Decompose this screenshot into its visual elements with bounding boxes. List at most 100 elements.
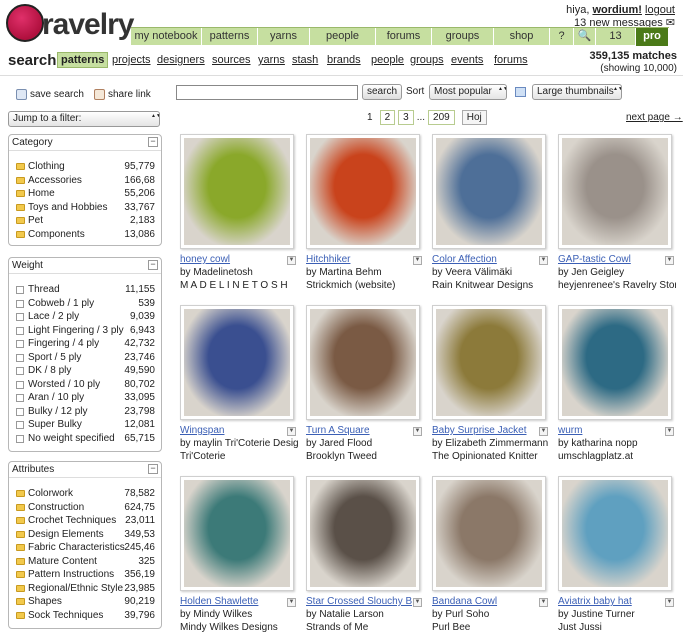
chevron-down-icon[interactable]: ▼ [413,427,422,436]
chevron-down-icon[interactable]: ▼ [665,427,674,436]
pattern-source[interactable]: Tri'Coterie [180,450,298,463]
filter-item[interactable]: Crochet Techniques 23,011 [9,514,161,528]
filter-item[interactable]: Construction 624,75 [9,501,161,515]
subnav-designers[interactable]: designers [157,54,205,66]
tab-yarns[interactable]: yarns [258,28,310,46]
pattern-title-link[interactable]: Color Affection [432,254,538,266]
checkbox[interactable] [16,313,24,321]
pattern-designer[interactable]: by Purl Soho [432,608,550,621]
pattern-thumbnail[interactable] [558,305,672,420]
chevron-down-icon[interactable]: ▼ [539,256,548,265]
filter-item[interactable]: Pattern Instructions 356,19 [9,568,161,582]
checkbox[interactable] [16,340,24,348]
tab-groups[interactable]: groups [432,28,494,46]
pattern-title-link[interactable]: wurm [558,425,664,437]
search-button[interactable]: search [362,84,403,100]
checkbox[interactable] [16,353,24,362]
pattern-designer[interactable]: by Mindy Wilkes [180,608,298,621]
pattern-title-link[interactable]: Aviatrix baby hat [558,596,664,608]
tab-patterns[interactable]: patterns [202,28,258,46]
subnav-patterns[interactable]: patterns [57,52,109,68]
chevron-down-icon[interactable]: ▼ [287,427,296,436]
filter-item[interactable]: Toys and Hobbies 33,767 [9,201,161,215]
checkbox[interactable] [16,367,24,375]
filter-item[interactable]: No weight specified 65,715 [9,432,161,446]
pattern-designer[interactable]: by Veera Välimäki [432,266,550,279]
subnav-yarns[interactable]: yarns [258,54,285,66]
pattern-designer[interactable]: by Natalie Larson [306,608,424,621]
filter-category-header[interactable]: Category − [9,135,161,151]
filter-item[interactable]: Fingering / 4 ply 42,732 [9,337,161,351]
checkbox[interactable] [16,299,24,308]
pattern-thumbnail[interactable] [432,134,546,249]
page-2[interactable]: 2 [379,110,396,125]
filter-item[interactable]: Bulky / 12 ply 23,798 [9,405,161,419]
filter-item[interactable]: DK / 8 ply 49,590 [9,364,161,378]
pattern-source[interactable]: umschlagplatz.at [558,450,676,463]
filter-item[interactable]: Regional/Ethnic Style 23,985 [9,582,161,596]
filter-item[interactable]: Components 13,086 [9,228,161,242]
checkbox[interactable] [16,326,24,335]
pattern-designer[interactable]: by maylin Tri'Coterie Designs [180,437,298,450]
filter-item[interactable]: Shapes 90,219 [9,595,161,609]
pattern-thumbnail[interactable] [180,476,294,591]
tab-forums[interactable]: forums [376,28,432,46]
pattern-designer[interactable]: by Elizabeth Zimmermann [432,437,550,450]
per-page-select[interactable]: Hoj [461,110,487,125]
pattern-title-link[interactable]: Holden Shawlette [180,596,286,608]
checkbox[interactable] [16,421,24,429]
share-link-button[interactable]: share link [94,89,151,100]
search-input[interactable] [176,85,358,100]
filter-item[interactable]: Fabric Characteristics 245,46 [9,541,161,555]
collapse-icon[interactable]: − [148,137,158,147]
pattern-title-link[interactable]: Bandana Cowl [432,596,538,608]
pattern-thumbnail[interactable] [306,476,420,591]
pattern-designer[interactable]: by Jen Geigley [558,266,676,279]
collapse-icon[interactable]: − [148,260,158,270]
checkbox[interactable] [16,407,24,416]
logout-link[interactable]: logout [645,4,675,16]
pattern-source[interactable]: Just Jussi [558,621,676,634]
filter-item[interactable]: Thread 11,155 [9,283,161,297]
pattern-source[interactable]: M A D E L I N E T O S H [180,279,298,292]
filter-item[interactable]: Colorwork 78,582 [9,487,161,501]
chevron-down-icon[interactable]: ▼ [287,256,296,265]
subnav-projects[interactable]: projects [112,54,151,66]
filter-item[interactable]: Design Elements 349,53 [9,528,161,542]
filter-attributes-header[interactable]: Attributes − [9,462,161,478]
filter-item[interactable]: Sock Techniques 39,796 [9,609,161,623]
pattern-thumbnail[interactable] [306,305,420,420]
filter-item[interactable]: Cobweb / 1 ply 539 [9,297,161,311]
filter-item[interactable]: Super Bulky 12,081 [9,418,161,432]
pattern-designer[interactable]: by Jared Flood [306,437,424,450]
tab-people[interactable]: people [310,28,376,46]
page-last[interactable]: 209 [428,110,455,125]
pattern-designer[interactable]: by Justine Turner [558,608,676,621]
checkbox[interactable] [16,286,24,294]
filter-item[interactable]: Pet 2,183 [9,214,161,228]
pattern-title-link[interactable]: Star Crossed Slouchy Beret [306,596,412,608]
pattern-source[interactable]: Rain Knitwear Designs [432,279,550,292]
chevron-down-icon[interactable]: ▼ [539,598,548,607]
tab-shop[interactable]: shop [494,28,550,46]
filter-item[interactable]: Light Fingering / 3 ply 6,943 [9,324,161,338]
checkbox[interactable] [16,394,24,402]
pattern-title-link[interactable]: honey cowl [180,254,286,266]
filter-item[interactable]: Accessories 166,68 [9,174,161,188]
next-page-link[interactable]: next page → [626,112,683,123]
subnav-people[interactable]: people [371,54,404,66]
view-grid-icon[interactable] [515,87,526,97]
checkbox[interactable] [16,434,24,443]
filter-item[interactable]: Worsted / 10 ply 80,702 [9,378,161,392]
chevron-down-icon[interactable]: ▼ [665,598,674,607]
subnav-stash[interactable]: stash [292,54,318,66]
tab-pro[interactable]: pro [636,28,669,46]
tab-my-notebook[interactable]: my notebook [131,28,202,46]
pattern-thumbnail[interactable] [432,476,546,591]
chevron-down-icon[interactable]: ▼ [665,256,674,265]
subnav-events[interactable]: events [451,54,483,66]
pattern-title-link[interactable]: GAP-tastic Cowl [558,254,664,266]
filter-weight-header[interactable]: Weight − [9,258,161,274]
view-select[interactable]: Large thumbnails [532,84,622,100]
pattern-designer[interactable]: by Madelinetosh [180,266,298,279]
